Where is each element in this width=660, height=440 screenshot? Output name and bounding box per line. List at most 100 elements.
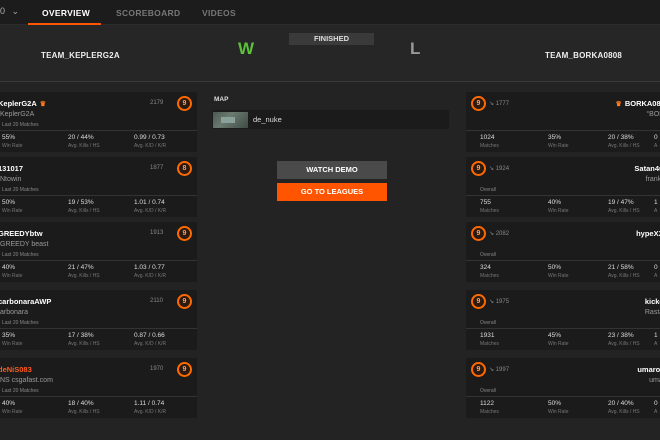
map-name: de_nuke — [253, 115, 282, 124]
match-header: TEAM_KEPLERG2A W FINISHED L TEAM_BORKA08… — [0, 25, 660, 82]
stat-caption: Avg. K/D / K/R — [134, 143, 167, 149]
player-name[interactable]: kickeR — [645, 297, 660, 306]
nav-left[interactable]: 0 ⌄ — [0, 6, 19, 17]
stat-value: 19 / 47% — [608, 199, 634, 206]
stat-value: 20 / 44% — [68, 134, 94, 141]
skill-level-icon: 9 — [471, 294, 486, 309]
player-name[interactable]: hypeXXD — [636, 229, 660, 238]
stat-value: 0 — [654, 134, 658, 141]
chevron-down-icon[interactable]: ⌄ — [12, 6, 20, 16]
stat-caption: A — [654, 341, 658, 347]
stat-value: 20 / 40% — [608, 400, 634, 407]
team2-result: L — [410, 39, 421, 58]
player-name[interactable]: Satan4uK — [634, 164, 660, 173]
skill-level-icon: 9 — [471, 96, 486, 111]
stat-value: 40% — [2, 264, 16, 271]
player-elo-value: 1777 — [495, 101, 510, 107]
stat-caption: Avg. Kills / HS — [608, 341, 640, 347]
stat-caption: Matches — [480, 409, 499, 415]
stat-value: 50% — [548, 264, 562, 271]
stat-caption: Win Rate — [548, 409, 569, 415]
player-elo: 1877 — [150, 165, 164, 171]
stat-caption: Win Rate — [548, 341, 569, 347]
stat-caption: Win Rate — [548, 143, 569, 149]
player-subname: umar0 — [649, 377, 660, 384]
stat-value: 35% — [2, 332, 16, 339]
stat-value: 21 / 47% — [68, 264, 94, 271]
stat-caption: Matches — [480, 341, 499, 347]
tab-videos[interactable]: VIDEOS — [202, 8, 236, 18]
player-name[interactable]: ♛BORKA0808 — [616, 99, 660, 108]
player-nickname: kickeR — [644, 297, 660, 306]
player-card[interactable]: 9↘ 1924 Satan4uK franken Overall 755 Matches 4… — [466, 157, 660, 217]
nav-left-text: 0 — [0, 6, 6, 16]
stat-caption: Avg. Kills / HS — [608, 409, 640, 415]
card-divider — [466, 328, 660, 329]
stat-caption: Avg. Kills / HS — [608, 273, 640, 279]
stat-value: 1.11 / 0.74 — [134, 400, 165, 407]
stat-caption: Avg. K/D / K/R — [134, 341, 167, 347]
stat-caption: Avg. K/D / K/R — [134, 409, 167, 415]
player-card[interactable]: carbonaraAWP arbonara 2110 9 Last 20 Matches… — [0, 290, 197, 350]
section-label: Last 20 Matches — [2, 122, 39, 128]
team2-name[interactable]: TEAM_BORKA0808 — [545, 51, 622, 60]
card-divider — [466, 260, 660, 261]
player-subname: Rastam — [644, 309, 660, 316]
player-card[interactable]: GREEDYbtw GREEDY beast 1913 9 Last 20 Matche… — [0, 222, 197, 282]
player-card[interactable]: 131017 Ntowin 1877 8 Last 20 Matches 50% Win R… — [0, 157, 197, 217]
player-subname: GREEDY beast — [0, 241, 49, 248]
player-name[interactable]: deNiS083 — [0, 365, 32, 374]
player-elo-value: 1924 — [495, 166, 510, 172]
player-card[interactable]: KeplerG2A ♛ KeplerG2A 2179 9 Last 20 Matches 5… — [0, 92, 197, 152]
stat-value: 50% — [548, 400, 562, 407]
player-name[interactable]: carbonaraAWP — [0, 297, 51, 306]
watch-demo-button[interactable]: WATCH DEMO — [277, 161, 387, 179]
top-nav: 0 ⌄ OVERVIEW SCOREBOARD VIDEOS — [0, 0, 660, 25]
stat-caption: Avg. Kills / HS — [608, 208, 640, 214]
stat-value: 1.03 / 0.77 — [134, 264, 165, 271]
team1-name[interactable]: TEAM_KEPLERG2A — [41, 51, 120, 60]
player-nickname: carbonaraAWP — [0, 297, 52, 306]
card-divider — [466, 195, 660, 196]
card-divider — [466, 130, 660, 131]
stat-caption: A — [654, 208, 658, 214]
section-label: Last 20 Matches — [2, 252, 39, 258]
stat-value: 40% — [548, 199, 562, 206]
go-to-leagues-button[interactable]: GO TO LEAGUES — [277, 183, 387, 201]
match-status: FINISHED — [289, 33, 374, 45]
tab-overview[interactable]: OVERVIEW — [42, 8, 90, 18]
stat-value: 20 / 38% — [608, 134, 634, 141]
stat-caption: Avg. Kills / HS — [68, 409, 100, 415]
player-card[interactable]: 9↘ 1777 ♛BORKA0808 °BORK 1024 Matches 35% Win … — [466, 92, 660, 152]
player-card[interactable]: deNiS083 NS csgafast.com 1970 9 Last 20 Matc… — [0, 358, 197, 418]
player-name[interactable]: KeplerG2A ♛ — [0, 99, 46, 108]
player-card[interactable]: 9↘ 1975 kickeR Rastam Overall 1931 Matches 45%… — [466, 290, 660, 350]
player-name[interactable]: umaroffz — [637, 365, 660, 374]
stat-caption: Avg. K/D / K/R — [134, 273, 167, 279]
player-elo: 2110 — [150, 298, 163, 304]
stat-value: 45% — [548, 332, 562, 339]
stat-value: 50% — [2, 199, 16, 206]
player-elo: 2179 — [150, 100, 164, 106]
stat-value: 0.87 / 0.66 — [134, 332, 165, 339]
player-name[interactable]: GREEDYbtw — [0, 229, 43, 238]
stat-caption: Win Rate — [2, 341, 23, 347]
stat-value: 324 — [480, 264, 491, 271]
player-name[interactable]: 131017 — [0, 164, 23, 173]
skill-level-icon: 9 — [471, 226, 486, 241]
section-label: Overall — [480, 252, 496, 258]
card-divider — [0, 396, 197, 397]
player-card[interactable]: 9↘ 2082 hypeXXD Overall 324 Matches 50% Win Ra… — [466, 222, 660, 282]
skill-level-icon: 9 — [177, 362, 192, 377]
skill-level-icon: 9 — [471, 161, 486, 176]
player-elo: ↘ 1997 — [489, 366, 509, 373]
player-elo: ↘ 1975 — [489, 298, 509, 305]
stat-caption: Avg. Kills / HS — [68, 341, 100, 347]
stat-caption: Win Rate — [548, 208, 569, 214]
section-label: Overall — [480, 320, 496, 326]
stat-value: 18 / 40% — [68, 400, 94, 407]
player-card[interactable]: 9↘ 1997 umaroffz umar0 Overall 1122 Matches 50… — [466, 358, 660, 418]
tab-scoreboard[interactable]: SCOREBOARD — [116, 8, 180, 18]
player-subname: franken — [645, 176, 660, 183]
elo-icon: ↘ — [489, 231, 496, 237]
